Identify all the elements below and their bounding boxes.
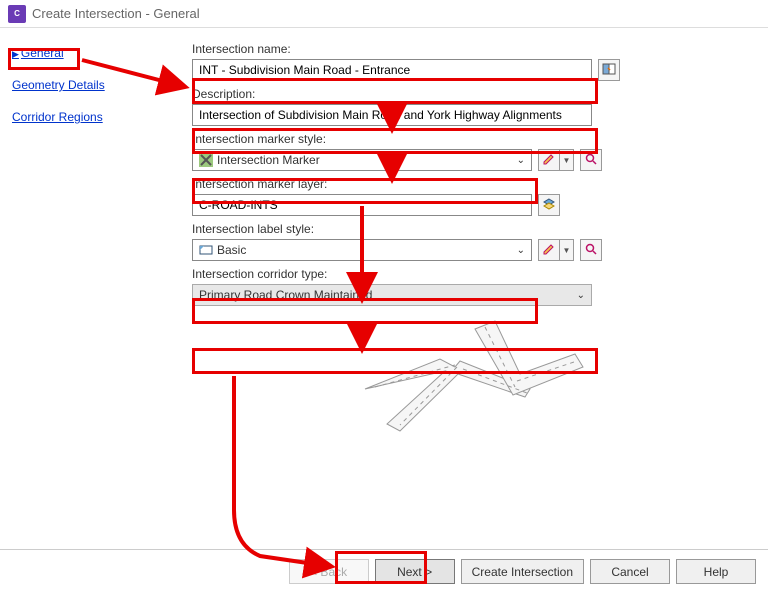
sidebar-item-label: General <box>21 46 64 60</box>
chevron-down-icon: ⌄ <box>517 155 525 166</box>
marker-style-edit-button[interactable] <box>538 149 560 171</box>
layer-icon <box>542 197 556 214</box>
intersection-preview-icon <box>345 319 585 439</box>
input-intersection-name[interactable] <box>192 59 592 81</box>
field-label-style: Intersection label style: Basic ⌄ <box>192 222 738 261</box>
sidebar-item-corridor-regions[interactable]: Corridor Regions <box>12 110 168 124</box>
preview-icon <box>585 243 597 258</box>
field-description: Description: <box>192 87 738 126</box>
pencil-icon <box>543 153 555 168</box>
label-label-style: Intersection label style: <box>192 222 738 236</box>
label-intersection-name: Intersection name: <box>192 42 738 56</box>
input-description[interactable] <box>192 104 592 126</box>
title-bar: C Create Intersection - General <box>0 0 768 28</box>
layer-select-button[interactable] <box>538 194 560 216</box>
field-corridor-type: Intersection corridor type: Primary Road… <box>192 267 738 306</box>
chevron-down-icon: ⌄ <box>577 290 585 301</box>
label-style-edit-dropdown[interactable]: ▼ <box>560 239 574 261</box>
label-style-preview-button[interactable] <box>580 239 602 261</box>
label-corridor-type: Intersection corridor type: <box>192 267 738 281</box>
field-intersection-name: Intersection name: <box>192 42 738 81</box>
help-button[interactable]: Help <box>676 559 756 584</box>
back-button: < Back <box>289 559 369 584</box>
label-marker-layer: Intersection marker layer: <box>192 177 738 191</box>
label-style-edit-button[interactable] <box>538 239 560 261</box>
marker-style-value: Intersection Marker <box>217 153 320 167</box>
label-style-value: Basic <box>217 243 246 257</box>
select-corridor-type[interactable]: Primary Road Crown Maintained ⌄ <box>192 284 592 306</box>
wizard-sidebar: General Geometry Details Corridor Region… <box>0 28 180 549</box>
label-description: Description: <box>192 87 738 101</box>
chevron-down-icon: ▼ <box>563 246 571 255</box>
app-icon-letter: C <box>14 9 20 18</box>
label-style-edit-split: ▼ <box>538 239 574 261</box>
chevron-down-icon: ▼ <box>563 156 571 165</box>
window-title: Create Intersection - General <box>32 6 200 21</box>
corridor-type-preview <box>192 314 738 444</box>
chevron-down-icon: ⌄ <box>517 245 525 256</box>
label-style-icon <box>199 243 213 257</box>
marker-style-edit-split: ▼ <box>538 149 574 171</box>
pencil-icon <box>543 243 555 258</box>
select-label-style[interactable]: Basic ⌄ <box>192 239 532 261</box>
name-template-icon <box>602 62 616 79</box>
corridor-type-value: Primary Road Crown Maintained <box>199 288 372 302</box>
cancel-button[interactable]: Cancel <box>590 559 670 584</box>
sidebar-item-label: Corridor Regions <box>12 110 103 124</box>
intersection-marker-icon <box>199 153 213 167</box>
sidebar-item-label: Geometry Details <box>12 78 105 92</box>
sidebar-item-general[interactable]: General <box>12 46 168 60</box>
name-template-button[interactable] <box>598 59 620 81</box>
footer: < Back Next > Create Intersection Cancel… <box>0 549 768 593</box>
label-marker-style: Intersection marker style: <box>192 132 738 146</box>
content-area: General Geometry Details Corridor Region… <box>0 28 768 549</box>
select-marker-style[interactable]: Intersection Marker ⌄ <box>192 149 532 171</box>
field-marker-layer: Intersection marker layer: <box>192 177 738 216</box>
app-icon: C <box>8 5 26 23</box>
sidebar-item-geometry-details[interactable]: Geometry Details <box>12 78 168 92</box>
preview-icon <box>585 153 597 168</box>
create-intersection-button[interactable]: Create Intersection <box>461 559 584 584</box>
input-marker-layer[interactable] <box>192 194 532 216</box>
marker-style-preview-button[interactable] <box>580 149 602 171</box>
next-button[interactable]: Next > <box>375 559 455 584</box>
marker-style-edit-dropdown[interactable]: ▼ <box>560 149 574 171</box>
field-marker-style: Intersection marker style: Intersection … <box>192 132 738 171</box>
form-area: Intersection name: Description: Intersec… <box>180 28 768 549</box>
